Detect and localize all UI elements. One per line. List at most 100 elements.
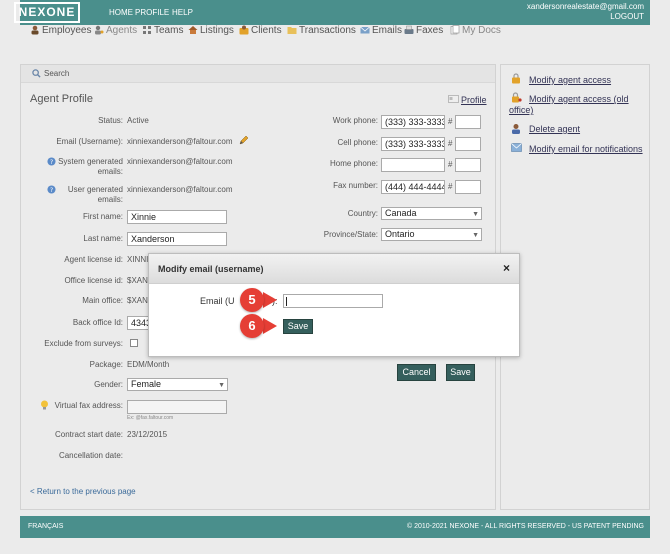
dialog-email-input[interactable] <box>283 294 383 308</box>
nav-agents-label: Agents <box>106 24 138 36</box>
modify-agent-access-old-link[interactable]: Modify agent access (old <box>529 94 629 104</box>
country-select[interactable]: Canada ▼ <box>381 207 482 220</box>
step-6-badge: 6 <box>240 314 264 338</box>
country-label: Country: <box>347 209 378 218</box>
gender-label: Gender: <box>94 380 123 389</box>
fax-number-ext-input[interactable] <box>455 180 481 194</box>
home-phone-ext-input[interactable] <box>455 158 481 172</box>
text-cursor <box>286 297 287 306</box>
email-value: xinniexanderson@faltour.com <box>127 137 233 146</box>
country-select-value: Canada <box>385 208 417 218</box>
nav-listings[interactable]: Listings <box>188 25 234 36</box>
cell-phone-ext-mark: # <box>448 139 453 148</box>
main-office-value: $XAN <box>127 296 148 305</box>
nav-mydocs-label: My Docs <box>462 24 501 36</box>
status-value: Active <box>127 116 149 125</box>
chevron-down-icon: ▼ <box>472 211 479 218</box>
nav-clients[interactable]: Clients <box>239 25 282 36</box>
nav-emails[interactable]: Emails <box>360 25 402 36</box>
nexone-logo[interactable]: NEXONE <box>14 2 80 23</box>
dialog-save-button[interactable]: Save <box>283 319 313 334</box>
info-icon[interactable]: ? <box>47 185 56 194</box>
faxes-icon <box>404 25 414 34</box>
fax-number-input[interactable]: (444) 444-4444 <box>381 180 445 194</box>
profile-link[interactable]: Profile <box>461 95 487 105</box>
nav-help[interactable]: HELP <box>172 8 193 17</box>
delete-agent-link[interactable]: Delete agent <box>529 124 580 134</box>
work-phone-label: Work phone: <box>332 116 378 125</box>
virtual-fax-hint: Ex: @fax.faltour.com <box>127 415 174 421</box>
nav-transactions[interactable]: Transactions <box>287 25 356 36</box>
chevron-down-icon: ▼ <box>472 232 479 239</box>
nav-teams[interactable]: Teams <box>142 25 183 36</box>
lock-icon <box>512 73 520 84</box>
step-5-pointer <box>263 292 277 308</box>
agents-icon <box>95 25 104 35</box>
svg-text:?: ? <box>50 187 53 194</box>
nav-listings-label: Listings <box>200 24 234 36</box>
contract-start-value: 23/12/2015 <box>127 430 168 439</box>
agent-license-label: Agent license id: <box>64 255 123 264</box>
nav-transactions-label: Transactions <box>299 24 356 36</box>
first-name-input[interactable]: Xinnie <box>127 210 227 224</box>
close-icon[interactable]: × <box>503 261 510 275</box>
contract-start-label: Contract start date: <box>54 430 123 439</box>
nav-home[interactable]: HOME <box>109 8 133 17</box>
employees-icon <box>31 25 39 35</box>
nav-faxes[interactable]: Faxes <box>404 25 443 36</box>
nav-employees[interactable]: Employees <box>30 25 91 36</box>
home-phone-input[interactable] <box>381 158 445 172</box>
chevron-down-icon: ▼ <box>218 382 225 389</box>
user-emails-label: User generated <box>67 185 123 194</box>
status-label: Status: <box>98 116 123 125</box>
exclude-surveys-checkbox[interactable] <box>130 339 138 347</box>
clients-icon <box>239 25 249 35</box>
fax-number-ext-mark: # <box>448 182 453 191</box>
info-icon[interactable]: ? <box>47 157 56 166</box>
back-office-input[interactable]: 4343 <box>127 316 149 330</box>
province-select-value: Ontario <box>385 229 415 239</box>
system-emails-label-2: emails: <box>97 167 123 176</box>
main-office-label: Main office: <box>82 296 123 305</box>
save-profile-button[interactable]: Save <box>446 364 475 381</box>
language-link[interactable]: FRANÇAIS <box>28 523 63 530</box>
nav-mydocs[interactable]: My Docs <box>450 25 501 36</box>
nav-emails-label: Emails <box>372 24 403 36</box>
home-phone-ext-mark: # <box>448 160 453 169</box>
modify-notification-email-link[interactable]: Modify email for notifications <box>529 144 643 154</box>
last-name-input[interactable]: Xanderson <box>127 232 227 246</box>
gender-select-value: Female <box>131 379 162 389</box>
email-label: Email (Username): <box>56 137 123 146</box>
teams-icon <box>143 26 151 34</box>
profile-card-icon <box>448 95 459 103</box>
cancel-button[interactable]: Cancel <box>397 364 436 381</box>
envelope-icon <box>511 143 522 152</box>
edit-pencil-icon[interactable] <box>238 135 249 146</box>
return-link[interactable]: < Return to the previous page <box>30 487 136 496</box>
system-emails-label: System generated <box>58 157 123 166</box>
nav-profile[interactable]: PROFILE <box>135 8 169 17</box>
lightbulb-icon <box>41 400 48 410</box>
step-6-pointer <box>263 318 277 334</box>
gender-select[interactable]: Female ▼ <box>127 378 228 391</box>
cell-phone-ext-input[interactable] <box>455 137 481 151</box>
search-label: Search <box>44 69 70 78</box>
step-5-badge: 5 <box>240 288 264 312</box>
work-phone-input[interactable]: (333) 333-3333 <box>381 115 445 129</box>
emails-icon <box>360 26 370 34</box>
search-bar[interactable] <box>21 65 495 83</box>
search-icon <box>32 69 41 78</box>
nav-agents[interactable]: Agents <box>94 25 137 36</box>
home-phone-label: Home phone: <box>329 159 378 168</box>
account-email[interactable]: xandersonrealestate@gmail.com <box>527 2 644 11</box>
virtual-fax-input[interactable] <box>127 400 227 414</box>
cell-phone-input[interactable]: (333) 333-3333 <box>381 137 445 151</box>
province-select[interactable]: Ontario ▼ <box>381 228 482 241</box>
package-label: Package: <box>89 360 123 369</box>
work-phone-ext-input[interactable] <box>455 115 481 129</box>
logout-link[interactable]: LOGOUT <box>610 12 644 21</box>
modify-agent-access-link[interactable]: Modify agent access <box>529 75 611 85</box>
system-emails-value: xinniexanderson@faltour.com <box>127 157 233 166</box>
modify-agent-access-old-link-2[interactable]: office) <box>509 105 533 115</box>
first-name-label: First name: <box>82 212 123 221</box>
